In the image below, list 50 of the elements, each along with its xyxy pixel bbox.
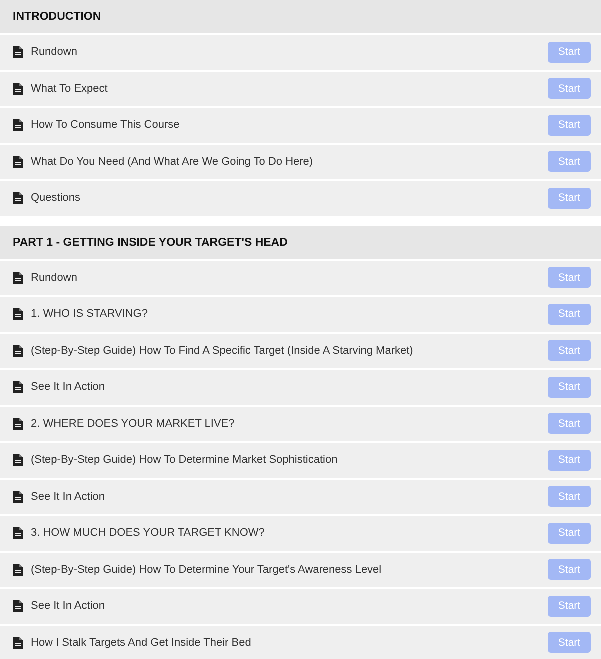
document-icon [13, 344, 23, 357]
lecture-title: What Do You Need (And What Are We Going To Do Here) [31, 156, 314, 168]
document-icon [13, 600, 23, 612]
lecture-row[interactable]: Rundown Start [0, 260, 601, 297]
lecture-title: What To Expect [31, 82, 109, 95]
lecture-title: 2. WHERE DOES YOUR MARKET LIVE? [31, 418, 236, 430]
lecture-title: (Step-By-Step Guide) How To Determine Your Target's Awareness Level [31, 564, 383, 576]
lecture-row[interactable]: See It In Action Start [0, 480, 601, 516]
lecture-row[interactable]: How I Stalk Targets And Get Inside Their Bed Start [0, 626, 601, 659]
lecture-row[interactable]: What To Expect Start [0, 72, 601, 108]
lecture-row[interactable]: (Step-By-Step Guide) How To Find A Specific Target (Inside A Starving Market) Start [0, 334, 601, 370]
document-icon [13, 527, 23, 540]
document-icon [13, 272, 23, 284]
lecture-title: (Step-By-Step Guide) How To Find A Specific Target (Inside A Starving Market) [31, 344, 414, 357]
document-icon [13, 490, 23, 503]
lecture-row[interactable]: How To Consume This Course Start [0, 108, 601, 144]
document-icon [13, 156, 23, 168]
document-icon [13, 308, 23, 320]
lecture-title: How To Consume This Course [31, 119, 181, 132]
document-icon [13, 564, 23, 576]
lecture-title: 3. HOW MUCH DOES YOUR TARGET KNOW? [31, 527, 266, 540]
document-icon [13, 636, 23, 649]
lecture-title: See It In Action [31, 490, 106, 503]
lecture-title: How I Stalk Targets And Get Inside Their Bed [31, 636, 252, 649]
lecture-title: 1. WHO IS STARVING? [31, 308, 149, 320]
section-header: PART 1 - GETTING INSIDE YOUR TARGET'S HEAD [0, 226, 601, 260]
section-header: INTRODUCTION [0, 0, 601, 35]
document-icon [13, 82, 23, 95]
lecture-row[interactable]: Questions Start [0, 181, 601, 218]
lecture-row[interactable]: (Step-By-Step Guide) How To Determine Your Target's Awareness Level Start [0, 552, 601, 589]
document-icon [13, 46, 23, 58]
lecture-row[interactable]: See It In Action Start [0, 370, 601, 406]
lecture-title: See It In Action [31, 600, 106, 612]
lecture-row[interactable]: (Step-By-Step Guide) How To Determine Market Sophistication Start [0, 443, 601, 480]
document-icon [13, 192, 23, 204]
lecture-row[interactable]: 2. WHERE DOES YOUR MARKET LIVE? Start [0, 406, 601, 443]
lecture-title: Rundown [31, 46, 78, 58]
document-icon [13, 119, 23, 132]
document-icon [13, 454, 23, 466]
lecture-title: See It In Action [31, 381, 106, 394]
document-icon [13, 381, 23, 394]
lecture-row[interactable]: See It In Action Start [0, 589, 601, 626]
lecture-row[interactable]: 1. WHO IS STARVING? Start [0, 297, 601, 334]
lecture-title: Rundown [31, 272, 78, 284]
lecture-row[interactable]: Rundown Start [0, 35, 601, 72]
lecture-title: Questions [31, 192, 82, 204]
document-icon [13, 418, 23, 430]
lecture-title: (Step-By-Step Guide) How To Determine Market Sophistication [31, 454, 339, 466]
lecture-row[interactable]: What Do You Need (And What Are We Going To Do Here) Start [0, 144, 601, 181]
lecture-row[interactable]: 3. HOW MUCH DOES YOUR TARGET KNOW? Start [0, 516, 601, 552]
